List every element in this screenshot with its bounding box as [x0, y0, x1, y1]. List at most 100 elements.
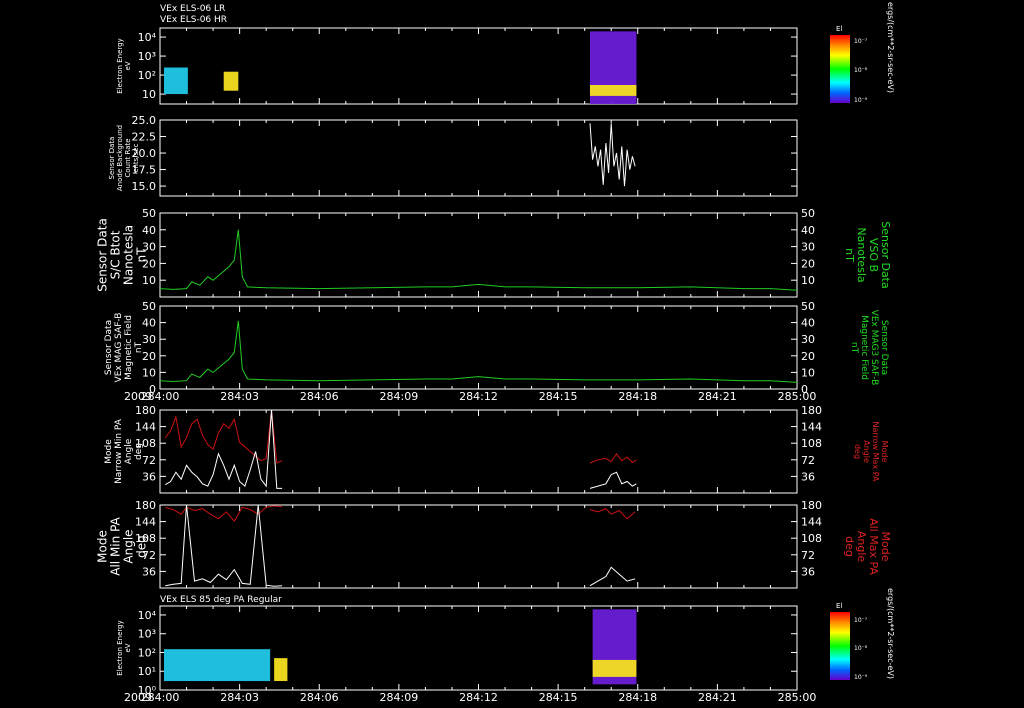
x-tick-label: 284:18	[618, 691, 657, 704]
y-axis-right-label-line: VEx MAG3 SAF-B	[869, 310, 879, 386]
y-tick-label: 10²	[138, 69, 156, 82]
y-tick-label: 17.5	[132, 164, 157, 177]
y-tick-label-right: 144	[801, 516, 822, 529]
colorbar-bottom-unit: ergs/(cm**2-sr-sec-eV)	[886, 588, 895, 679]
y-axis-label-line: Narrow Min PA	[114, 418, 124, 484]
colorbar-top-scale	[830, 35, 850, 103]
y-axis-right-label-line: Magnetic Field	[859, 315, 869, 380]
heatmap-block-0	[163, 67, 188, 95]
y-tick-label: 72	[142, 549, 156, 562]
y-tick-label: 108	[135, 437, 156, 450]
series-line-2	[165, 409, 283, 489]
y-axis-label-line: Angle	[122, 529, 136, 563]
y-tick-label-right: 50	[801, 300, 815, 313]
x-tick-label: 284:03	[220, 390, 259, 403]
y-tick-label-right: 180	[801, 499, 822, 512]
x-tick-label: 284:21	[698, 390, 737, 403]
colorbar-top-tick-1: 10⁻⁸	[854, 67, 868, 74]
y-axis-label-line: Sensor Data	[104, 320, 114, 375]
y-axis-label-line: All Min PA	[109, 516, 123, 575]
y-tick-label-right: 20	[801, 350, 815, 363]
y-axis-label-line: Electron Energy	[116, 38, 124, 93]
y-tick-label: 30	[142, 241, 156, 254]
y-tick-label: 108	[135, 532, 156, 545]
y-tick-label: 15.0	[132, 180, 157, 193]
series-line-0	[159, 320, 798, 383]
y-axis-right-label-line: nT	[843, 248, 856, 262]
y-tick-label: 36	[142, 565, 156, 578]
y-axis-right-label-line: Narrow Max PA	[871, 422, 880, 483]
colorbar-bottom-tick-0: 10⁻⁷	[854, 617, 868, 624]
y-tick-label: 72	[142, 454, 156, 467]
y-tick-label-right: 10	[801, 366, 815, 379]
y-tick-label: 50	[142, 207, 156, 220]
colorbar-top: El 10⁻⁷ 10⁻⁸ 10⁻⁹ ergs/(cm**2-sr-sec-eV)	[830, 2, 895, 104]
y-axis-label-line: VEx MAG SAF-B	[114, 313, 124, 383]
colorbar-bottom-title: El	[836, 602, 842, 610]
y-tick-label: 22.5	[132, 131, 157, 144]
y-tick-label-right: 50	[801, 207, 815, 220]
panel-frame	[159, 27, 798, 105]
y-tick-label: 10³	[138, 628, 156, 641]
y-tick-label: 30	[142, 333, 156, 346]
y-axis-right-label-line: Angle	[862, 440, 871, 463]
colorbar-bottom-tick-2: 10⁻⁹	[854, 674, 868, 681]
x-tick-label: 284:12	[459, 390, 498, 403]
colorbar-bottom: El 10⁻⁷ 10⁻⁸ 10⁻⁹ ergs/(cm**2-sr-sec-eV)	[830, 588, 895, 681]
colorbar-bottom-tick-1: 10⁻⁸	[854, 645, 868, 652]
y-tick-label: 40	[142, 224, 156, 237]
y-tick-label: 40	[142, 317, 156, 330]
panel-sc_bmag: Sensor Data S/C Btot Nanotesla nT Sensor Dat…	[96, 207, 892, 298]
panel-els_85pa: Electron Energy eV10⁰10¹10²10³10⁴2009284:…	[116, 605, 817, 704]
y-tick-label-right: 10	[801, 274, 815, 287]
y-tick-label-right: 30	[801, 333, 815, 346]
x-tick-label: 284:15	[539, 390, 578, 403]
y-tick-label-right: 108	[801, 532, 822, 545]
x-tick-label: 284:00	[141, 691, 180, 704]
series-line-1	[589, 508, 636, 520]
x-tick-label: 284:00	[141, 390, 180, 403]
y-axis-label-line: S/C Btot	[109, 230, 123, 279]
y-tick-label: 144	[135, 421, 156, 434]
y-tick-label: 180	[135, 499, 156, 512]
y-tick-label: 10⁴	[138, 609, 157, 622]
series-line-0	[164, 409, 283, 464]
series-line-3	[589, 566, 636, 587]
y-axis-right-label-line: nT	[849, 342, 859, 354]
panel-els_lr_hr: Electron Energy eV 10 10² 10³ 10⁴	[116, 27, 798, 105]
y-tick-label: 10	[142, 366, 156, 379]
header-line-2: VEx ELS-06 HR	[160, 15, 227, 25]
y-tick-label-right: 40	[801, 317, 815, 330]
series-line-0	[165, 505, 283, 522]
y-tick-label-right: 72	[801, 454, 815, 467]
y-tick-label: 20	[142, 257, 156, 270]
panel-anode_background: Sensor Data Anode Background Count Rate cnt…	[108, 114, 798, 197]
x-tick-label: 284:09	[380, 390, 419, 403]
heatmap-block-0	[163, 649, 271, 682]
y-tick-label: 10⁴	[138, 31, 157, 44]
y-axis-right-label-line: Sensor Data	[879, 320, 889, 375]
y-axis-right-label-line: deg	[853, 444, 862, 459]
panel-all_pa: Mode All Min PA Angle deg ModeAll Max PAAngl…	[96, 499, 892, 589]
colorbar-top-tick-2: 10⁻⁹	[854, 97, 868, 104]
x-tick-label: 284:06	[300, 691, 339, 704]
header-line-1: VEx ELS-06 LR	[160, 4, 225, 14]
heatmap-block-1	[274, 658, 288, 682]
x-tick-label: 285:00	[778, 691, 817, 704]
x-tick-label: 284:21	[698, 691, 737, 704]
colorbar-top-tick-0: 10⁻⁷	[854, 38, 868, 45]
y-tick-label-right: 36	[801, 470, 815, 483]
y-axis-label-line: Angle	[124, 438, 134, 464]
y-tick-label-right: 20	[801, 257, 815, 270]
heatmap-block-3	[589, 85, 637, 96]
y-axis-label-line: Electron Energy	[116, 620, 124, 675]
y-tick-label: 180	[135, 404, 156, 417]
y-tick-label: 25.0	[132, 114, 157, 127]
series-line-0	[589, 123, 636, 187]
colorbar-top-title: El	[836, 25, 842, 33]
x-tick-label: 284:03	[220, 691, 259, 704]
y-tick-label-right: 40	[801, 224, 815, 237]
y-tick-label: 50	[142, 300, 156, 313]
y-tick-label-right: 36	[801, 565, 815, 578]
y-axis-label-line: Sensor Data	[108, 137, 116, 180]
